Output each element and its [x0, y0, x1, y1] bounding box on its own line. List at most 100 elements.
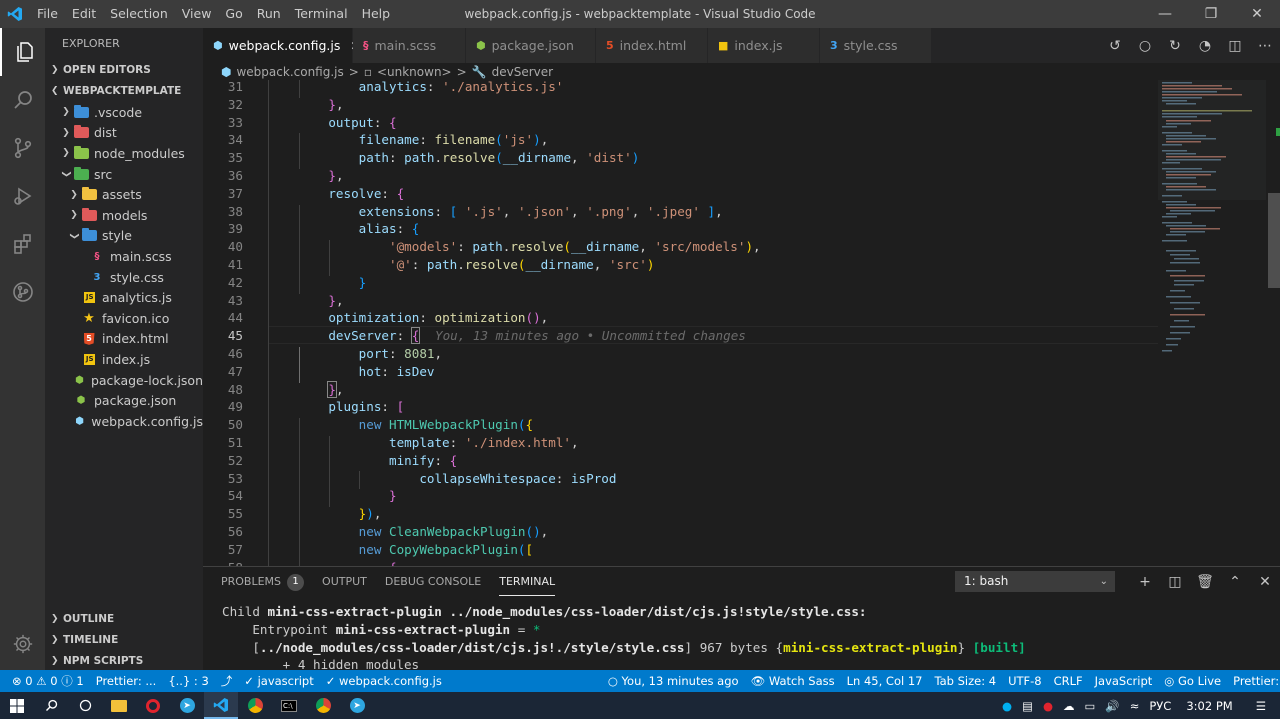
tree-item-webpack-config[interactable]: ⬢ webpack.config.js — [45, 411, 203, 432]
source-control-icon[interactable] — [0, 124, 45, 172]
terminal-icon[interactable]: C:\ — [272, 692, 306, 719]
file-check-status[interactable]: ✓ webpack.config.js — [326, 674, 442, 688]
tab-debug-console[interactable]: DEBUG CONSOLE — [385, 567, 481, 597]
close-panel-icon[interactable]: ✕ — [1250, 574, 1280, 590]
cursor-position[interactable]: Ln 45, Col 17 — [847, 674, 923, 688]
go-live-button[interactable]: ◎ Go Live — [1164, 674, 1221, 688]
opera-icon[interactable] — [136, 692, 170, 719]
watch-sass-button[interactable]: 👁 Watch Sass — [751, 674, 835, 688]
tree-item-style-css[interactable]: 3 style.css — [45, 267, 203, 288]
menu-edit[interactable]: Edit — [65, 0, 103, 28]
maximize-panel-icon[interactable]: ⌃ — [1220, 574, 1250, 590]
tab-package-json[interactable]: ⬢ package.json — [466, 28, 596, 63]
windows-start-icon[interactable] — [0, 692, 34, 719]
tree-item-src[interactable]: ❯ src — [45, 164, 203, 185]
restore-icon[interactable]: ❐ — [1188, 0, 1234, 28]
go-back-icon[interactable]: ↺ — [1100, 38, 1130, 54]
search-icon[interactable] — [34, 692, 68, 719]
tree-item-package-json[interactable]: ⬢ package.json — [45, 390, 203, 411]
tree-item-main-scss[interactable]: § main.scss — [45, 246, 203, 267]
tab-main-scss[interactable]: § main.scss — [353, 28, 466, 63]
search-icon[interactable] — [0, 76, 45, 124]
breadcrumb-file[interactable]: webpack.config.js — [236, 65, 343, 79]
tab-style-css[interactable]: 3 style.css — [820, 28, 932, 63]
prettier-status-left[interactable]: Prettier: ... — [96, 674, 157, 688]
git-branch-icon[interactable]: ⤴ — [221, 673, 233, 689]
terminal-output[interactable]: Child mini-css-extract-plugin ../node_mo… — [222, 603, 1026, 674]
project-section[interactable]: ❮ WEBPACKTEMPLATE — [45, 81, 203, 102]
menu-view[interactable]: View — [175, 0, 219, 28]
menu-help[interactable]: Help — [355, 0, 398, 28]
vscode-taskbar-icon[interactable] — [204, 692, 238, 719]
git-compare-icon[interactable]: ◔ — [1190, 38, 1220, 54]
clock[interactable]: 3:02 PM — [1186, 699, 1232, 713]
tab-problems[interactable]: PROBLEMS 1 — [221, 567, 305, 597]
tree-item-style[interactable]: ❯ style — [45, 226, 203, 247]
tab-webpack-config[interactable]: ⬢webpack.config.js✕ — [203, 28, 360, 63]
minimize-icon[interactable]: — — [1142, 0, 1188, 28]
minimap[interactable] — [1158, 80, 1266, 566]
tab-index-js[interactable]: ■ index.js — [708, 28, 820, 63]
run-debug-icon[interactable] — [0, 172, 45, 220]
split-editor-icon[interactable]: ◫ — [1220, 38, 1250, 54]
more-actions-icon[interactable]: ⋯ — [1250, 38, 1280, 54]
menu-selection[interactable]: Selection — [103, 0, 175, 28]
scrollbar-thumb[interactable] — [1268, 193, 1280, 288]
menu-file[interactable]: File — [30, 0, 65, 28]
keyboard-language[interactable]: РУС — [1149, 699, 1171, 713]
go-forward-icon[interactable]: ↻ — [1160, 38, 1190, 54]
cloud-icon[interactable]: ☁ — [1063, 699, 1075, 713]
tree-item-models[interactable]: ❯ models — [45, 205, 203, 226]
menu-run[interactable]: Run — [250, 0, 288, 28]
split-terminal-icon[interactable]: ◫ — [1160, 574, 1190, 590]
network-icon[interactable]: ▤ — [1022, 699, 1033, 713]
open-editors-section[interactable]: ❯ OPEN EDITORS — [45, 60, 203, 81]
editor-scrollbar[interactable] — [1266, 80, 1280, 566]
npm-scripts-section[interactable]: ❯ NPM SCRIPTS — [45, 651, 203, 672]
explorer-icon[interactable] — [0, 28, 45, 76]
mode-status[interactable]: ✓ javascript — [244, 674, 313, 688]
terminal-select[interactable]: 1: bash ⌄ — [955, 571, 1115, 592]
outline-section[interactable]: ❯ OUTLINE — [45, 609, 203, 630]
tree-item-node-modules[interactable]: ❯ node_modules — [45, 143, 203, 164]
task-view-icon[interactable] — [68, 692, 102, 719]
menu-terminal[interactable]: Terminal — [288, 0, 355, 28]
timeline-section[interactable]: ❯ TIMELINE — [45, 630, 203, 651]
skype-icon[interactable]: ● — [1002, 699, 1012, 713]
tab-index-html[interactable]: 5 index.html — [596, 28, 708, 63]
git-blame-status[interactable]: ○ You, 13 minutes ago — [608, 674, 739, 688]
battery-icon[interactable]: ▭ — [1085, 699, 1096, 713]
tree-item-index-js[interactable]: JS index.js — [45, 349, 203, 370]
breadcrumb-symbol-devserver[interactable]: devServer — [492, 65, 553, 79]
file-explorer-icon[interactable] — [102, 692, 136, 719]
tree-item-vscode[interactable]: ❯ .vscode — [45, 102, 203, 123]
language-status[interactable]: JavaScript — [1095, 674, 1153, 688]
tree-item-index-html[interactable]: 5 index.html — [45, 329, 203, 350]
git-graph-icon[interactable] — [0, 268, 45, 316]
tree-item-dist[interactable]: ❯ dist — [45, 123, 203, 144]
telegram-icon[interactable]: ➤ — [170, 692, 204, 719]
tab-size-status[interactable]: Tab Size: 4 — [934, 674, 996, 688]
tree-item-assets[interactable]: ❯ assets — [45, 184, 203, 205]
tree-item-package-lock[interactable]: ⬢ package-lock.json — [45, 370, 203, 391]
tray-icon[interactable]: ● — [1043, 699, 1053, 713]
tab-terminal[interactable]: TERMINAL — [499, 568, 556, 596]
close-icon[interactable]: ✕ — [1234, 0, 1280, 28]
volume-icon[interactable]: 🔊 — [1105, 699, 1119, 713]
braces-status[interactable]: {..} : 3 — [168, 674, 208, 688]
add-terminal-icon[interactable]: + — [1130, 574, 1160, 590]
chrome-icon[interactable] — [238, 692, 272, 719]
menu-go[interactable]: Go — [218, 0, 249, 28]
eol-status[interactable]: CRLF — [1054, 674, 1083, 688]
notifications-icon[interactable]: ☰ — [1256, 699, 1266, 713]
prettier-status-right[interactable]: Prettier: — [1233, 674, 1279, 688]
tree-item-analytics-js[interactable]: JS analytics.js — [45, 287, 203, 308]
code-editor[interactable]: 31 analytics: './analytics.js' 32 }, 33 … — [203, 80, 1280, 566]
problems-status[interactable]: ⊗ 0 ⚠ 0 ⓘ 1 — [12, 673, 84, 689]
chrome-icon[interactable] — [306, 692, 340, 719]
encoding-status[interactable]: UTF-8 — [1008, 674, 1042, 688]
tab-output[interactable]: OUTPUT — [322, 567, 367, 597]
git-commit-icon[interactable]: ○ — [1130, 38, 1160, 54]
settings-gear-icon[interactable] — [0, 620, 45, 668]
extensions-icon[interactable] — [0, 220, 45, 268]
